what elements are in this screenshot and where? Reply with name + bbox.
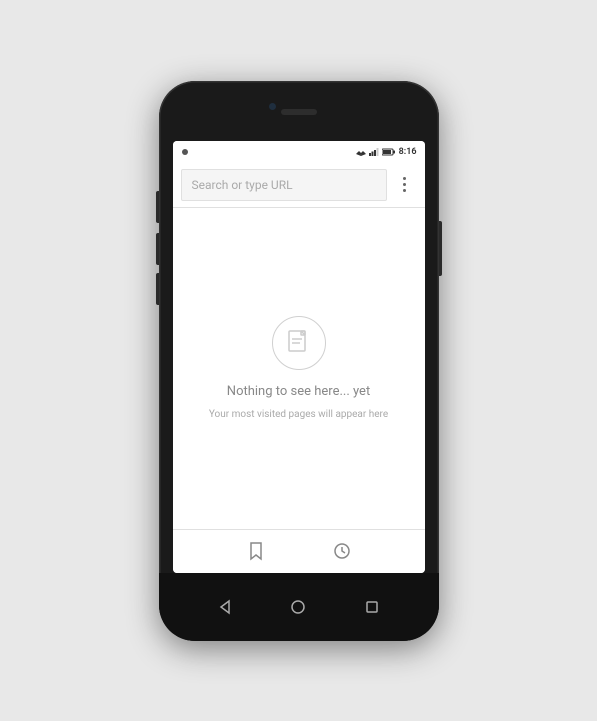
document-icon	[287, 329, 311, 357]
wifi-icon	[356, 148, 366, 156]
empty-state-title: Nothing to see here... yet	[227, 384, 370, 399]
phone-screen: 8:16 Search or type URL	[173, 141, 425, 573]
empty-state-icon-circle	[272, 316, 326, 370]
home-button[interactable]	[287, 596, 309, 618]
volume-down-button-2	[156, 273, 159, 305]
browser-tab-bar	[173, 529, 425, 573]
url-input[interactable]: Search or type URL	[181, 169, 387, 201]
top-bezel	[159, 81, 439, 141]
url-placeholder: Search or type URL	[192, 178, 293, 192]
recents-button[interactable]	[361, 596, 383, 618]
volume-down-button	[156, 233, 159, 265]
notification-dot-icon	[181, 148, 189, 156]
battery-icon	[382, 148, 396, 156]
android-nav-bar	[159, 573, 439, 641]
url-bar: Search or type URL	[173, 163, 425, 208]
bookmarks-tab-button[interactable]	[244, 539, 268, 563]
phone-device: 8:16 Search or type URL	[159, 81, 439, 641]
status-left	[181, 148, 189, 156]
phone-body: 8:16 Search or type URL	[159, 81, 439, 641]
history-icon	[332, 541, 352, 561]
menu-dot-1	[403, 177, 406, 180]
back-button[interactable]	[214, 596, 236, 618]
history-tab-button[interactable]	[330, 539, 354, 563]
home-circle-icon	[290, 599, 306, 615]
clock-time: 8:16	[399, 147, 417, 157]
signal-icon	[369, 148, 379, 156]
bookmarks-icon	[246, 541, 266, 561]
menu-dot-2	[403, 183, 406, 186]
front-camera	[269, 103, 276, 110]
power-button	[439, 221, 442, 276]
earpiece-speaker	[281, 109, 317, 115]
main-content: Nothing to see here... yet Your most vis…	[173, 208, 425, 529]
recents-icon	[365, 600, 379, 614]
status-right: 8:16	[356, 147, 417, 157]
volume-up-button	[156, 191, 159, 223]
back-icon	[217, 599, 233, 615]
url-menu-button[interactable]	[393, 173, 417, 197]
status-bar: 8:16	[173, 141, 425, 163]
menu-dot-3	[403, 189, 406, 192]
empty-state-subtitle: Your most visited pages will appear here	[189, 409, 408, 420]
